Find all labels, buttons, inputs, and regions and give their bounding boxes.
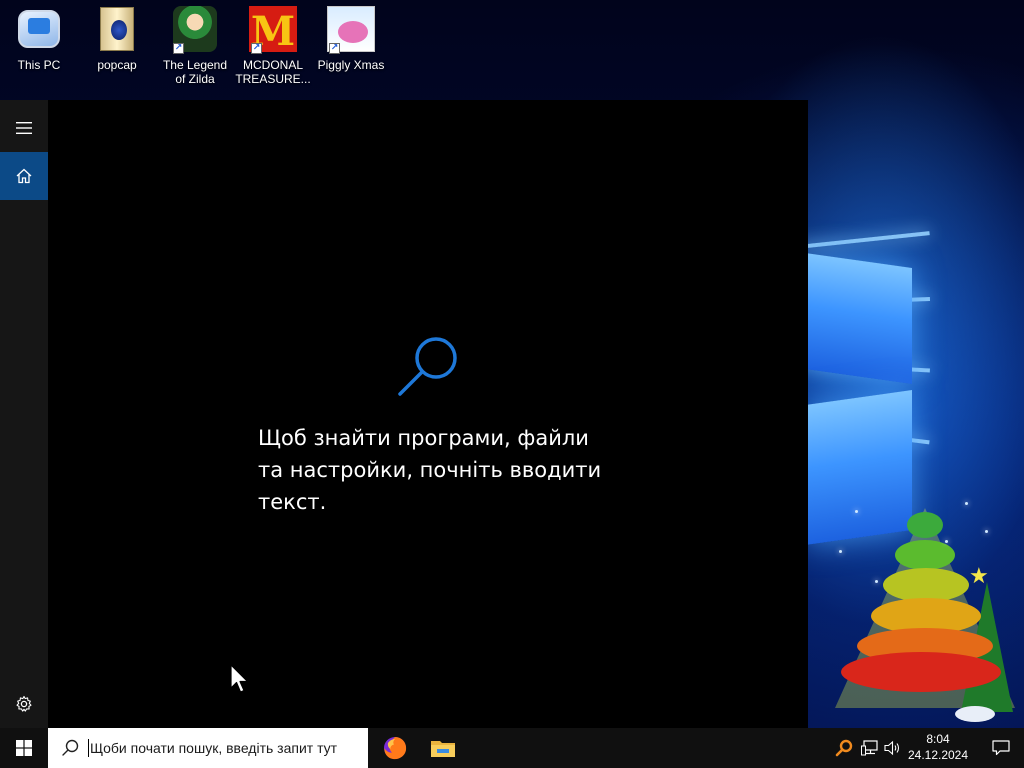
game-zilda-icon: ↗ xyxy=(171,4,219,54)
taskbar-app-firefox[interactable] xyxy=(371,728,419,768)
sparkle xyxy=(875,580,878,583)
tree-coil xyxy=(895,540,955,570)
christmas-tree-decoration: ★ xyxy=(835,500,1015,726)
action-center-button[interactable] xyxy=(978,728,1024,768)
tree-coil xyxy=(841,652,1001,692)
sparkle xyxy=(839,550,842,553)
desktop-icon-label: popcap xyxy=(97,58,137,72)
shortcut-arrow-icon: ↗ xyxy=(173,43,184,54)
firefox-icon xyxy=(384,737,407,760)
settings-button[interactable] xyxy=(0,680,48,728)
mouse-cursor-icon xyxy=(230,664,249,693)
desktop-icon-label: Piggly Xmas xyxy=(317,58,385,72)
tree-coil xyxy=(883,568,969,602)
folder-icon xyxy=(93,4,141,54)
shortcut-arrow-icon: ↗ xyxy=(329,43,340,54)
tray-network-button[interactable] xyxy=(860,738,880,758)
network-icon xyxy=(861,740,878,756)
start-button[interactable] xyxy=(0,728,48,768)
home-icon xyxy=(16,168,32,184)
gear-icon xyxy=(16,695,32,712)
file-explorer-icon xyxy=(431,741,455,757)
sparkle xyxy=(945,540,948,543)
menu-button[interactable] xyxy=(0,104,48,152)
tree-coil xyxy=(907,512,943,538)
desktop-icon-label: MCDONAL TREASURE... xyxy=(235,58,311,86)
snow-pile xyxy=(955,706,995,722)
search-hint-text: Щоб знайти програми, файли та настройки,… xyxy=(258,426,602,514)
taskbar: Щоби почати пошук, введіть запит тут 8:0… xyxy=(0,728,1024,768)
home-button[interactable] xyxy=(0,152,48,200)
piggly-icon: ↗ xyxy=(327,4,375,54)
taskbar-app-file-explorer[interactable] xyxy=(419,728,467,768)
notification-icon xyxy=(992,740,1010,756)
search-tray-icon xyxy=(835,739,853,757)
sparkle xyxy=(855,510,858,513)
desktop-icon-label: This PC xyxy=(17,58,61,72)
text-caret xyxy=(88,739,89,757)
desktop-icon-this-pc[interactable]: This PC xyxy=(0,4,78,94)
mcdonalds-icon: M ↗ xyxy=(249,6,297,55)
tray-search-button[interactable] xyxy=(834,738,854,758)
clock-date: 24.12.2024 xyxy=(907,748,969,762)
sparkle xyxy=(965,502,968,505)
windows-logo-pane xyxy=(808,253,912,384)
search-icon xyxy=(398,337,457,396)
sparkle xyxy=(985,530,988,533)
taskbar-search-box[interactable]: Щоби почати пошук, введіть запит тут xyxy=(48,728,368,768)
search-icon xyxy=(62,739,79,756)
desktop-icon-popcap[interactable]: popcap xyxy=(78,4,156,94)
clock-time: 8:04 xyxy=(926,732,950,746)
desktop-icon-piggly-xmas[interactable]: ↗ Piggly Xmas xyxy=(312,4,390,94)
taskbar-clock[interactable]: 8:04 24.12.2024 xyxy=(900,731,976,763)
desktop-icon-legend-of-zilda[interactable]: ↗ The Legend of Zilda xyxy=(156,4,234,94)
desktop-icon-label: The Legend of Zilda xyxy=(162,58,228,86)
desktop-icon-mcdonal-treasure[interactable]: M ↗ MCDONAL TREASURE... xyxy=(234,4,312,94)
start-search-panel: Щоб знайти програми, файли та настройки,… xyxy=(0,100,808,728)
hamburger-icon xyxy=(16,122,32,134)
computer-icon xyxy=(15,4,63,54)
shortcut-arrow-icon: ↗ xyxy=(251,43,262,54)
start-rail xyxy=(0,100,48,728)
star-icon: ★ xyxy=(969,564,989,589)
search-input-placeholder[interactable]: Щоби почати пошук, введіть запит тут xyxy=(90,740,337,756)
windows-logo-icon xyxy=(16,740,32,756)
